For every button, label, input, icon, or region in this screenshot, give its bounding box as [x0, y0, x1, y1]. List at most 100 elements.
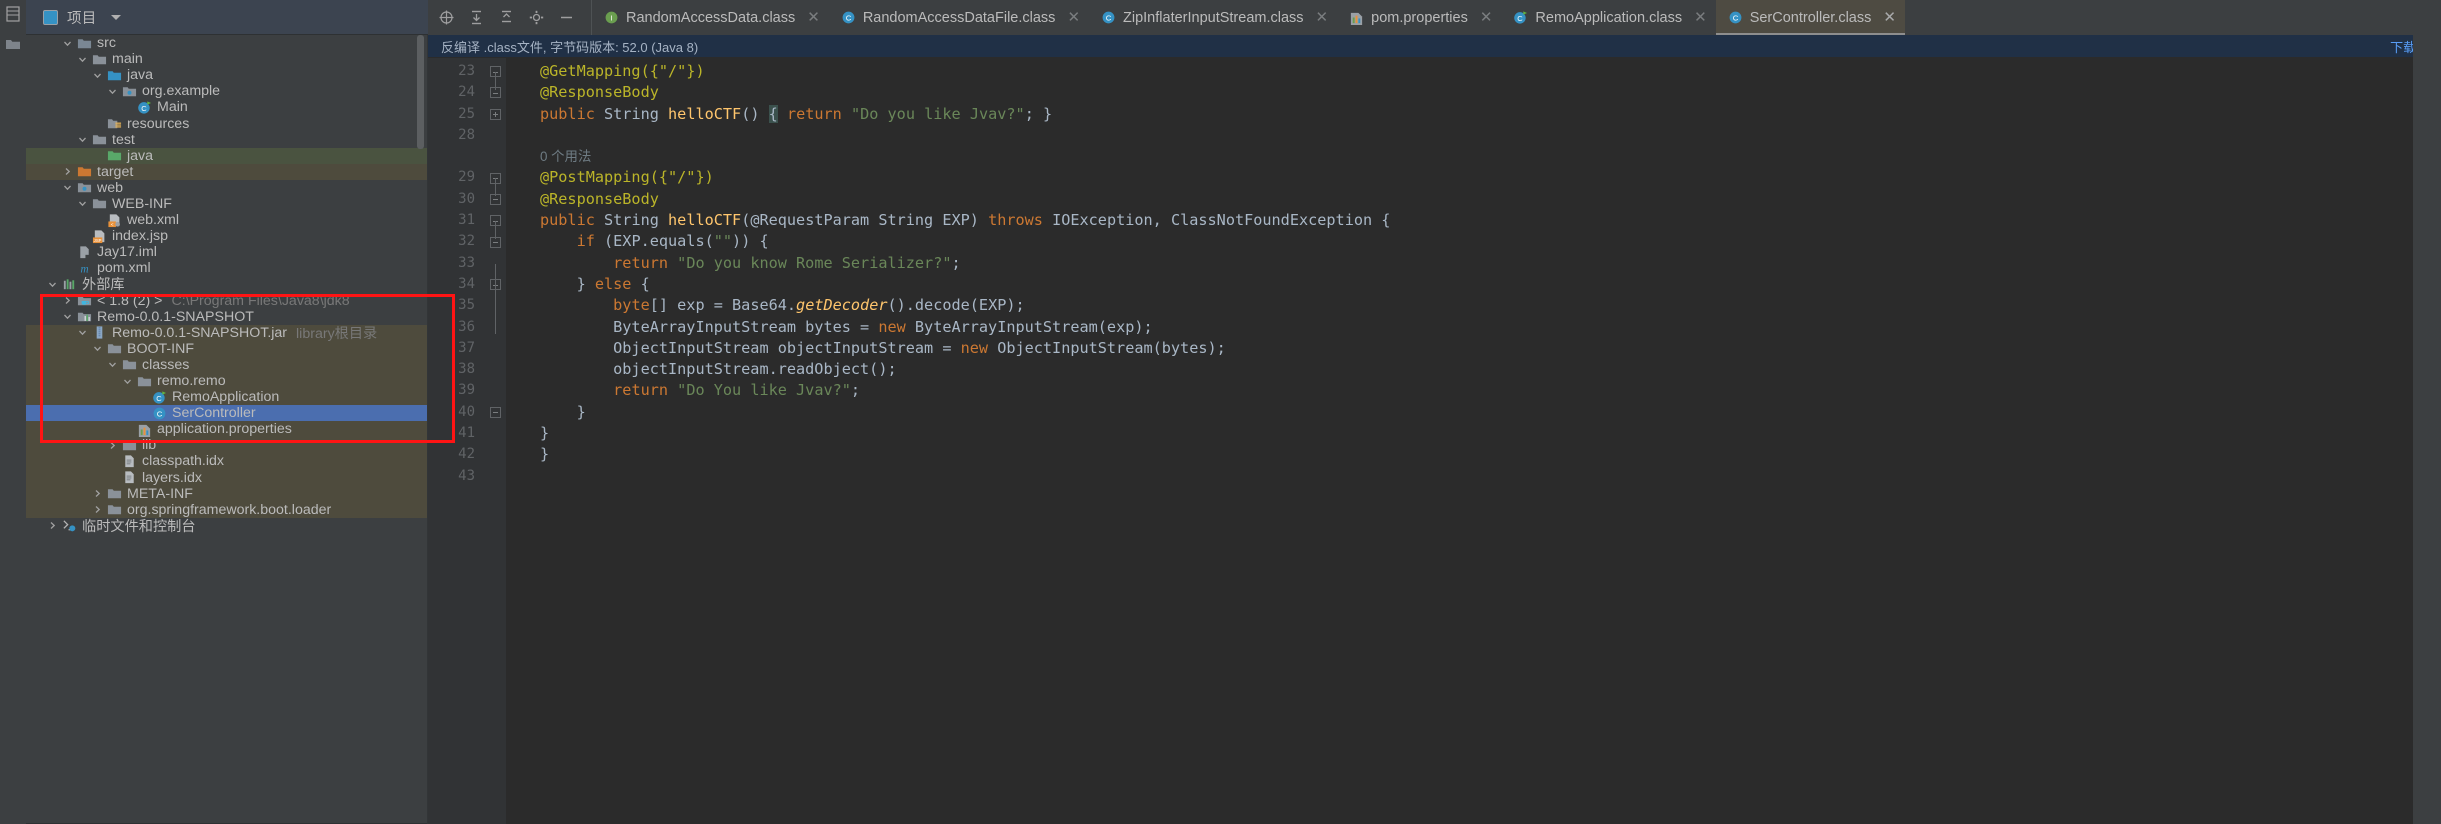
tree-row[interactable]: 外部库: [26, 276, 427, 293]
editor-tab[interactable]: pom.properties ✕: [1337, 0, 1502, 35]
tree-row[interactable]: BOOT-INF: [26, 340, 427, 357]
tree-row[interactable]: resources: [26, 115, 427, 132]
tree-row[interactable]: < 1.8 (2) > C:\Program Files\Java8\jdk8: [26, 293, 427, 309]
fold-gutter-cell: [484, 423, 506, 444]
collapse-all-icon[interactable]: [498, 9, 515, 26]
tree-row[interactable]: src: [26, 35, 427, 51]
close-icon[interactable]: ✕: [1067, 10, 1080, 25]
tree-row[interactable]: classpath.idx: [26, 453, 427, 470]
code-line[interactable]: [540, 466, 2441, 487]
chevron-right-icon[interactable]: [92, 488, 103, 499]
hide-panel-icon[interactable]: [558, 9, 575, 26]
tree-scrollbar[interactable]: [417, 35, 424, 149]
close-icon[interactable]: ✕: [1694, 10, 1707, 25]
editor-tab[interactable]: C ZipInflaterInputStream.class ✕: [1089, 0, 1338, 35]
chevron-down-icon[interactable]: [122, 376, 133, 387]
chevron-down-icon[interactable]: [47, 279, 58, 290]
code-line[interactable]: [540, 125, 2441, 146]
tree-row[interactable]: java: [26, 147, 427, 164]
editor-tab[interactable]: C RandomAccessDataFile.class ✕: [828, 0, 1090, 35]
close-icon[interactable]: ✕: [1480, 10, 1493, 25]
tree-row[interactable]: target: [26, 163, 427, 180]
code-line[interactable]: @PostMapping({"/"}): [540, 167, 2441, 188]
close-icon[interactable]: ✕: [1316, 10, 1329, 25]
chevron-down-icon[interactable]: [77, 54, 88, 65]
code-line[interactable]: }: [540, 423, 2441, 444]
fold-gutter-cell: [484, 125, 506, 146]
code-line[interactable]: ObjectInputStream objectInputStream = ne…: [540, 338, 2441, 359]
tree-row[interactable]: org.example: [26, 83, 427, 99]
chevron-down-icon[interactable]: [62, 311, 73, 322]
code-line[interactable]: return "Do you know Rome Serializer?";: [540, 253, 2441, 274]
tree-row[interactable]: remo.remo: [26, 372, 427, 390]
chevron-down-icon[interactable]: [92, 343, 103, 354]
tree-row[interactable]: Jay17.iml: [26, 244, 427, 260]
tree-row[interactable]: WEB-INF: [26, 196, 427, 212]
tree-row[interactable]: lib: [26, 437, 427, 454]
chevron-right-icon[interactable]: [62, 295, 73, 306]
expand-all-icon[interactable]: [468, 9, 485, 26]
chevron-down-icon[interactable]: [62, 38, 73, 49]
code-line[interactable]: if (EXP.equals("")) {: [540, 231, 2441, 252]
code-line[interactable]: ByteArrayInputStream bytes = new ByteArr…: [540, 317, 2441, 338]
fold-toggle-icon[interactable]: [484, 402, 506, 423]
code-line[interactable]: objectInputStream.readObject();: [540, 359, 2441, 380]
code-line[interactable]: } else {: [540, 274, 2441, 295]
package-icon: [122, 84, 137, 99]
line-number: 35: [458, 297, 475, 314]
tree-row[interactable]: web: [26, 180, 427, 196]
tree-row[interactable]: < web.xml: [26, 212, 427, 228]
fold-toggle-icon[interactable]: [484, 104, 506, 125]
chevron-down-icon[interactable]: [107, 86, 118, 97]
project-tool-button[interactable]: [5, 6, 21, 22]
code-token: (@RequestParam String EXP): [741, 211, 989, 230]
code-line[interactable]: @ResponseBody: [540, 82, 2441, 103]
close-icon[interactable]: ✕: [807, 10, 820, 25]
editor-tab[interactable]: I RandomAccessData.class ✕: [592, 0, 829, 35]
chevron-down-icon[interactable]: [77, 134, 88, 145]
tree-row[interactable]: classes: [26, 356, 427, 373]
chevron-down-icon[interactable]: [77, 198, 88, 209]
code-token: )) {: [732, 232, 769, 251]
code-line[interactable]: @GetMapping({"/"}): [540, 61, 2441, 82]
chevron-right-icon[interactable]: [92, 504, 103, 515]
code-token: objectInputStream.readObject();: [540, 360, 897, 379]
tree-row[interactable]: C SerController: [26, 405, 427, 422]
code-line[interactable]: 0 个用法: [540, 146, 2441, 167]
tree-row[interactable]: JSP index.jsp: [26, 228, 427, 244]
tree-row[interactable]: C Main: [26, 99, 427, 115]
code-token: "Do You like Jvav?": [677, 381, 851, 400]
chevron-right-icon[interactable]: [107, 440, 118, 451]
locate-icon[interactable]: [438, 9, 455, 26]
tree-row[interactable]: C RemoApplication: [26, 389, 427, 406]
editor-tab[interactable]: C RemoApplication.class ✕: [1501, 0, 1716, 35]
tree-row[interactable]: main: [26, 51, 427, 67]
code-content[interactable]: @GetMapping({"/"}) @ResponseBody public St…: [506, 58, 2441, 824]
tree-row[interactable]: Remo-0.0.1-SNAPSHOT.jar library根目录: [26, 324, 427, 342]
tree-row[interactable]: application.properties: [26, 421, 427, 438]
chevron-right-icon[interactable]: [47, 520, 58, 531]
code-line[interactable]: public String helloCTF(@RequestParam Str…: [540, 210, 2441, 231]
code-line[interactable]: }: [540, 444, 2441, 465]
chevron-down-icon[interactable]: [62, 182, 73, 193]
code-line[interactable]: public String helloCTF() { return "Do yo…: [540, 104, 2441, 125]
chevron-right-icon[interactable]: [62, 166, 73, 177]
tree-row[interactable]: 临时文件和控制台: [26, 518, 427, 535]
code-line[interactable]: byte[] exp = Base64.getDecoder().decode(…: [540, 295, 2441, 316]
code-line[interactable]: }: [540, 402, 2441, 423]
structure-tool-button[interactable]: [5, 36, 21, 52]
code-line[interactable]: return "Do You like Jvav?";: [540, 380, 2441, 401]
editor-tab[interactable]: C SerController.class ✕: [1715, 0, 1906, 35]
settings-gear-icon[interactable]: [528, 9, 545, 26]
close-icon[interactable]: ✕: [1883, 10, 1896, 25]
chevron-down-icon[interactable]: [111, 14, 122, 20]
code-line[interactable]: @ResponseBody: [540, 189, 2441, 210]
tree-row[interactable]: test: [26, 132, 427, 148]
chevron-down-icon[interactable]: [77, 327, 88, 338]
tree-row[interactable]: layers.idx: [26, 469, 427, 486]
tree-row[interactable]: META-INF: [26, 485, 427, 502]
chevron-down-icon[interactable]: [107, 359, 118, 370]
chevron-down-icon[interactable]: [92, 70, 103, 81]
code-fold-gutter: [484, 58, 506, 824]
tree-row[interactable]: java: [26, 67, 427, 83]
